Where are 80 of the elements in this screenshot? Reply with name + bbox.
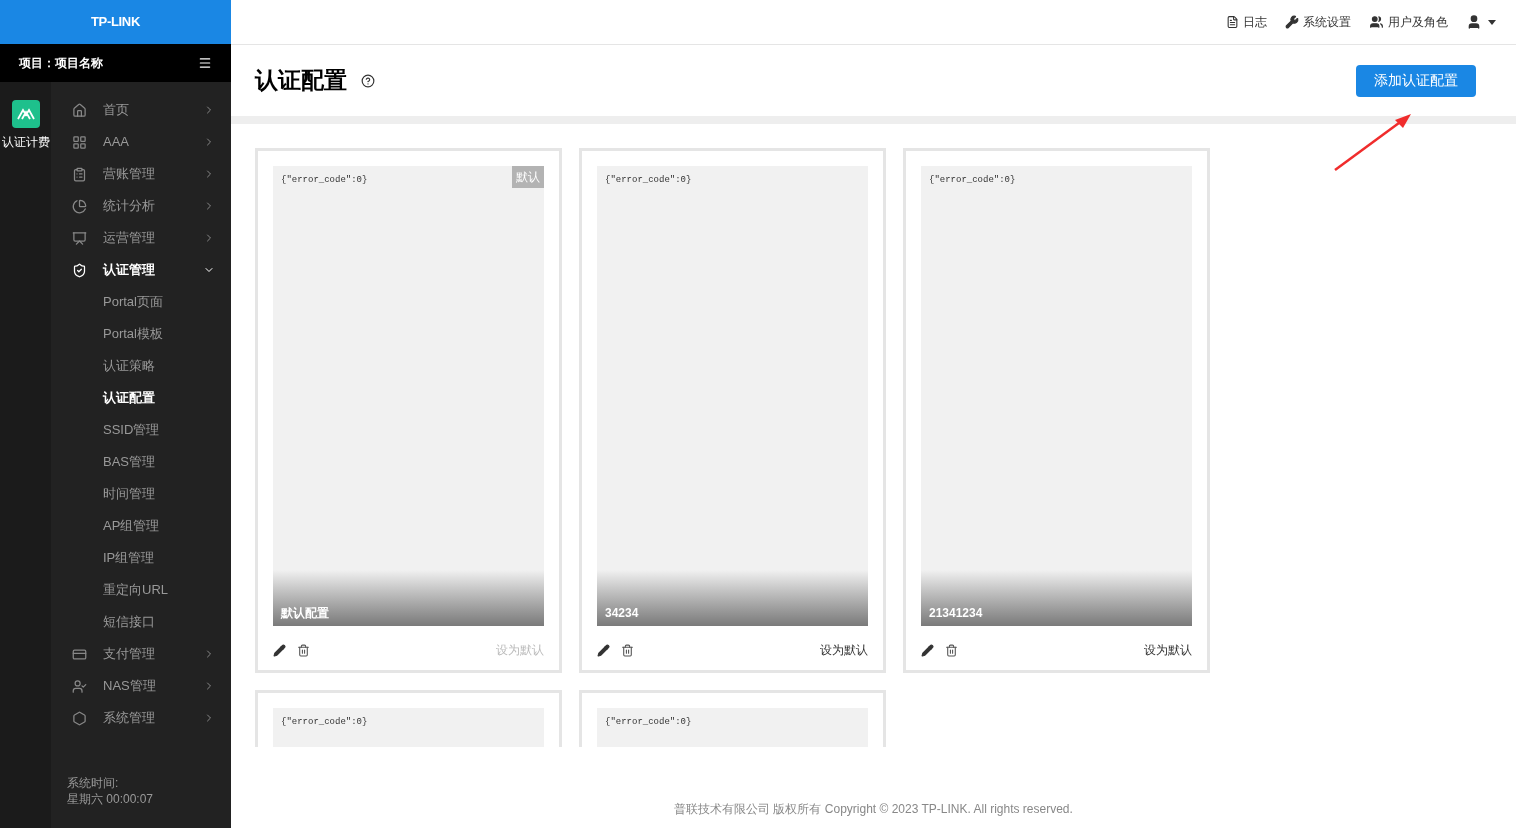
shield-check-icon	[72, 262, 87, 278]
menu-label: 运营管理	[103, 229, 155, 248]
menu-item[interactable]: AAA	[51, 126, 231, 158]
grid-icon	[72, 134, 87, 150]
menu-item[interactable]: 营账管理	[51, 158, 231, 190]
system-time-label: 系统时间:	[67, 775, 120, 791]
portal-preview[interactable]: {"error_code":0} 默认 默认配置	[273, 166, 544, 626]
menu-label: 首页	[103, 101, 129, 120]
preview-text: {"error_code":0}	[280, 716, 369, 729]
preview-text: {"error_code":0}	[604, 716, 693, 729]
menu-label: AAA	[103, 133, 129, 152]
config-name: 默认配置	[281, 605, 329, 622]
edit-icon[interactable]	[273, 643, 286, 657]
brand-logo: TP-LINK	[91, 13, 140, 32]
user-check-icon	[72, 678, 87, 694]
footer-text: 普联技术有限公司 版权所有 Copyright © 2023 TP-LINK. All rights reserved.	[674, 801, 1073, 818]
portal-preview[interactable]: {"error_code":0}	[597, 708, 868, 747]
presentation-icon	[72, 230, 87, 246]
top-link[interactable]: 用户及角色	[1369, 13, 1448, 31]
add-config-button[interactable]: 添加认证配置	[1356, 64, 1476, 97]
config-name: 34234	[605, 605, 639, 622]
submenu-item[interactable]: SSID管理	[51, 414, 231, 446]
submenu-item[interactable]: 认证策略	[51, 350, 231, 382]
edit-icon[interactable]	[597, 643, 610, 657]
page-title: 认证配置	[255, 66, 347, 96]
set-default-link[interactable]: 设为默认	[1144, 641, 1192, 659]
portal-preview[interactable]: {"error_code":0}	[273, 708, 544, 747]
menu-item[interactable]: 系统管理	[51, 702, 231, 734]
caret-icon	[1488, 19, 1496, 25]
preview-text: {"error_code":0}	[280, 174, 369, 187]
wrench-icon	[1285, 15, 1299, 29]
menu-item[interactable]: 首页	[51, 94, 231, 126]
card-icon	[72, 646, 87, 662]
preview-text: {"error_code":0}	[928, 174, 1017, 187]
menu-label: 统计分析	[103, 197, 155, 216]
set-default-link[interactable]: 设为默认	[820, 641, 868, 659]
hexagon-icon	[72, 710, 87, 726]
preview-text: {"error_code":0}	[604, 174, 693, 187]
submenu-item[interactable]: 时间管理	[51, 478, 231, 510]
delete-icon[interactable]	[945, 643, 958, 657]
menu-label: 支付管理	[103, 645, 155, 664]
portal-preview[interactable]: {"error_code":0} 34234	[597, 166, 868, 626]
submenu-item[interactable]: Portal模板	[51, 318, 231, 350]
user-icon	[1466, 14, 1482, 30]
delete-icon[interactable]	[297, 643, 310, 657]
clipboard-icon	[72, 166, 87, 182]
users-icon	[1369, 15, 1384, 29]
list-icon	[1226, 15, 1239, 29]
help-icon[interactable]	[361, 73, 375, 88]
submenu-item[interactable]: 认证配置	[51, 382, 231, 414]
menu-item[interactable]: 统计分析	[51, 190, 231, 222]
menu-item[interactable]: 认证管理	[51, 254, 231, 286]
pie-chart-icon	[72, 198, 87, 214]
default-badge: 默认	[512, 166, 544, 188]
portal-preview[interactable]: {"error_code":0} 21341234	[921, 166, 1192, 626]
top-link[interactable]: 系统设置	[1285, 13, 1351, 31]
menu-label: NAS管理	[103, 677, 156, 696]
delete-icon[interactable]	[621, 643, 634, 657]
submenu-item[interactable]: 短信接口	[51, 606, 231, 638]
menu-label: 系统管理	[103, 709, 155, 728]
submenu-item[interactable]: IP组管理	[51, 542, 231, 574]
config-name: 21341234	[929, 605, 983, 622]
menu-label: 认证管理	[103, 261, 155, 280]
menu-icon[interactable]	[198, 56, 212, 70]
menu-item[interactable]: 运营管理	[51, 222, 231, 254]
house-icon	[72, 102, 87, 118]
submenu-item[interactable]: AP组管理	[51, 510, 231, 542]
menu-item[interactable]: 支付管理	[51, 638, 231, 670]
account-menu[interactable]	[1466, 14, 1496, 30]
submenu-item[interactable]: 重定向URL	[51, 574, 231, 606]
app-name[interactable]: 认证计费	[1, 133, 50, 151]
submenu-item[interactable]: Portal页面	[51, 286, 231, 318]
top-link[interactable]: 日志	[1226, 13, 1267, 31]
edit-icon[interactable]	[921, 643, 934, 657]
submenu-item[interactable]: BAS管理	[51, 446, 231, 478]
app-logo-icon[interactable]	[11, 100, 40, 128]
menu-label: 营账管理	[103, 165, 155, 184]
project-name: 项目：项目名称	[19, 55, 103, 72]
menu-item[interactable]: NAS管理	[51, 670, 231, 702]
system-time-value: 星期六 00:00:07	[67, 791, 155, 807]
